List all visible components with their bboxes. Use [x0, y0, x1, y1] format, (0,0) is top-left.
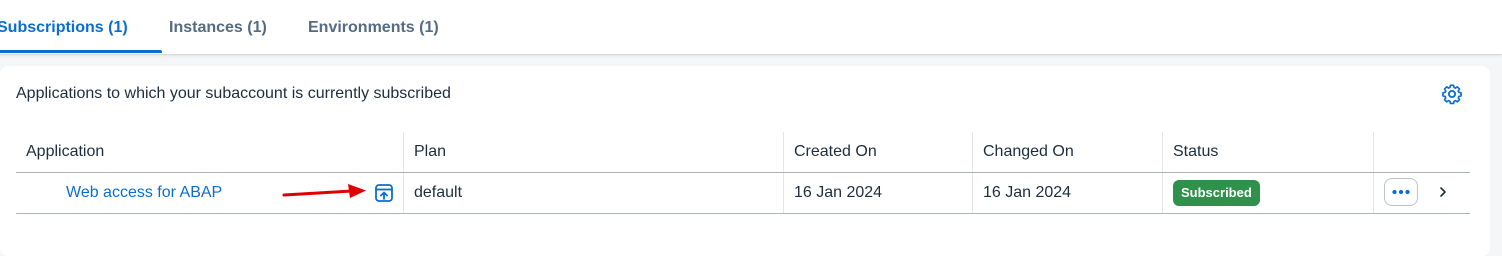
more-actions-button[interactable] — [1384, 178, 1418, 206]
tab-subscriptions[interactable]: Subscriptions (1) — [0, 19, 128, 37]
subscriptions-card: Applications to which your subaccount is… — [0, 66, 1490, 256]
cell-changed-on: 16 Jan 2024 — [972, 173, 1162, 213]
column-header-application[interactable]: Application — [16, 132, 403, 172]
cell-plan: default — [403, 173, 783, 213]
launch-icon[interactable] — [374, 183, 394, 203]
cell-application: Web access for ABAP — [16, 173, 403, 213]
tab-bar: Subscriptions (1) Instances (1) Environm… — [0, 0, 1502, 55]
status-badge: Subscribed — [1173, 180, 1260, 206]
active-tab-indicator — [0, 50, 162, 53]
more-icon — [1392, 189, 1410, 195]
red-arrow-annotation — [282, 184, 366, 198]
cell-created-on: 16 Jan 2024 — [783, 173, 972, 213]
column-header-plan[interactable]: Plan — [403, 132, 783, 172]
subscriptions-table: Application Plan Created On Changed On S… — [16, 132, 1470, 214]
column-header-created-on[interactable]: Created On — [783, 132, 972, 172]
card-title: Applications to which your subaccount is… — [16, 85, 451, 102]
gear-icon[interactable] — [1441, 83, 1463, 105]
tab-environments[interactable]: Environments (1) — [308, 19, 439, 37]
cell-actions — [1373, 173, 1470, 213]
column-header-changed-on[interactable]: Changed On — [972, 132, 1162, 172]
column-header-actions — [1373, 132, 1470, 172]
tab-instances[interactable]: Instances (1) — [169, 19, 267, 37]
cell-status: Subscribed — [1162, 173, 1373, 213]
column-header-status[interactable]: Status — [1162, 132, 1373, 172]
table-header: Application Plan Created On Changed On S… — [16, 132, 1470, 173]
chevron-right-icon[interactable] — [1436, 185, 1450, 199]
application-link[interactable]: Web access for ABAP — [66, 173, 222, 213]
table-row[interactable]: Web access for ABAP default 16 Jan 2024 … — [16, 173, 1470, 214]
